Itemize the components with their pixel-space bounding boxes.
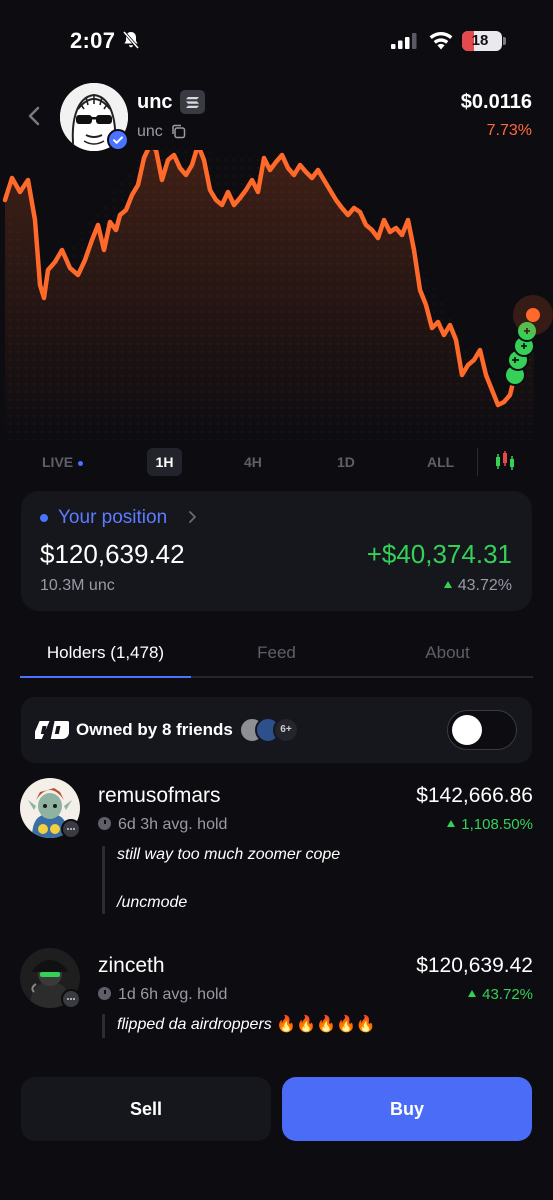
back-button[interactable] [22,102,46,130]
tab-about[interactable]: About [362,643,533,663]
holder-name[interactable]: remusofmars [98,784,221,808]
holder-avg-hold: 1d 6h avg. hold [98,986,227,1004]
tab-active-indicator [20,676,191,678]
friend-avatars: 6+ [239,717,329,743]
triangle-up-icon [443,581,452,588]
holder-comment-line: /uncmode [117,894,188,911]
triangle-up-icon [468,990,477,997]
wifi-icon [429,32,453,50]
buy-button[interactable]: Buy [282,1077,532,1141]
toggle-knob [452,715,482,745]
holder-avg-hold-text: 1d 6h avg. hold [118,986,228,1003]
triangle-up-icon [447,820,456,827]
bell-muted-icon [122,31,140,49]
holder-comment-line: flipped da airdroppers [117,1016,272,1033]
battery-percentage: 18 [471,32,489,49]
status-bar: 2:07 18 [0,0,553,80]
friends-label: Owned by 8 friends [76,720,233,739]
holder-comment-line: still way too much zoomer cope [117,846,341,863]
holder-avg-hold-text: 6d 3h avg. hold [118,816,228,833]
holder-name[interactable]: zinceth [98,954,165,978]
token-price-change: 7.73% [486,122,532,139]
current-price-marker [526,308,540,322]
timeframe-4h[interactable]: 4H [244,448,262,476]
holder-comment: still way too much zoomer cope /uncmode [102,846,340,914]
chat-bubble-icon [61,819,81,839]
holder-value: $120,639.42 [416,954,533,977]
timeframe-divider [477,448,478,476]
battery-nub [503,37,506,45]
position-pnl-percent: 43.72% [443,577,512,595]
tab-feed[interactable]: Feed [191,643,362,663]
holder-comment: flipped da airdroppers 🔥🔥🔥🔥🔥 [102,1014,376,1038]
fire-emoji-icons: 🔥🔥🔥🔥🔥 [276,1016,376,1033]
live-dot-icon [78,460,84,466]
position-pnl: +$40,374.31 [366,539,512,569]
clock-icon [98,987,111,1000]
copy-icon[interactable] [171,124,186,139]
price-chart[interactable] [0,150,553,440]
friends-filter-card: Owned by 8 friends 6+ [21,697,532,763]
trade-action-bar: Sell Buy [21,1077,532,1141]
cellular-signal-icon [391,33,417,49]
tab-holders[interactable]: Holders (1,478) [20,643,191,663]
price-area-dots [5,150,534,440]
token-name: unc [137,91,173,113]
verified-badge-icon [107,129,129,151]
timeframe-selector: LIVE 1H 4H 1D ALL [0,444,553,480]
holder-row[interactable]: zinceth 1d 6h avg. hold $120,639.42 43.7… [20,948,533,1043]
holder-value: $142,666.86 [416,784,533,807]
chevron-right-icon [189,511,196,523]
friends-toggle[interactable] [447,710,517,750]
chevron-left-icon [28,106,40,126]
solana-chain-icon [180,90,205,114]
checkmark-icon [113,136,123,144]
position-card[interactable]: Your position $120,639.42 10.3M unc +$40… [21,491,532,611]
holder-percent: 43.72% [468,986,533,1003]
position-pnl-percent-value: 43.72% [457,577,512,594]
timeframe-all[interactable]: ALL [427,448,454,476]
timeframe-1d[interactable]: 1D [337,448,355,476]
friends-more-count: 6+ [273,717,299,743]
sell-button[interactable]: Sell [21,1077,271,1141]
timeframe-live[interactable]: LIVE [42,448,84,476]
holder-percent-value: 43.72% [482,986,533,1003]
holder-row[interactable]: remusofmars 6d 3h avg. hold $142,666.86 … [20,778,533,918]
position-value: $120,639.42 [40,539,185,569]
token-header: unc unc $0.0116 7.73% [0,80,553,152]
candlestick-icon[interactable] [494,450,516,472]
position-dot-icon [40,514,48,522]
holder-percent: 1,108.50% [447,816,533,833]
holder-avg-hold: 6d 3h avg. hold [98,816,227,834]
tab-bar: Holders (1,478) Feed About [20,634,533,678]
timeframe-1h[interactable]: 1H [147,448,182,476]
position-amount: 10.3M unc [40,577,115,594]
token-price: $0.0116 [460,91,532,113]
status-time: 2:07 [70,28,116,53]
battery-indicator: 18 [462,31,502,51]
clock-icon [98,817,111,830]
timeframe-live-label: LIVE [42,454,74,470]
holder-percent-value: 1,108.50% [461,816,533,833]
chat-bubble-icon [61,989,81,1009]
position-label: Your position [58,507,168,528]
app-logo-icon [35,721,69,739]
token-ticker: unc [137,123,163,140]
